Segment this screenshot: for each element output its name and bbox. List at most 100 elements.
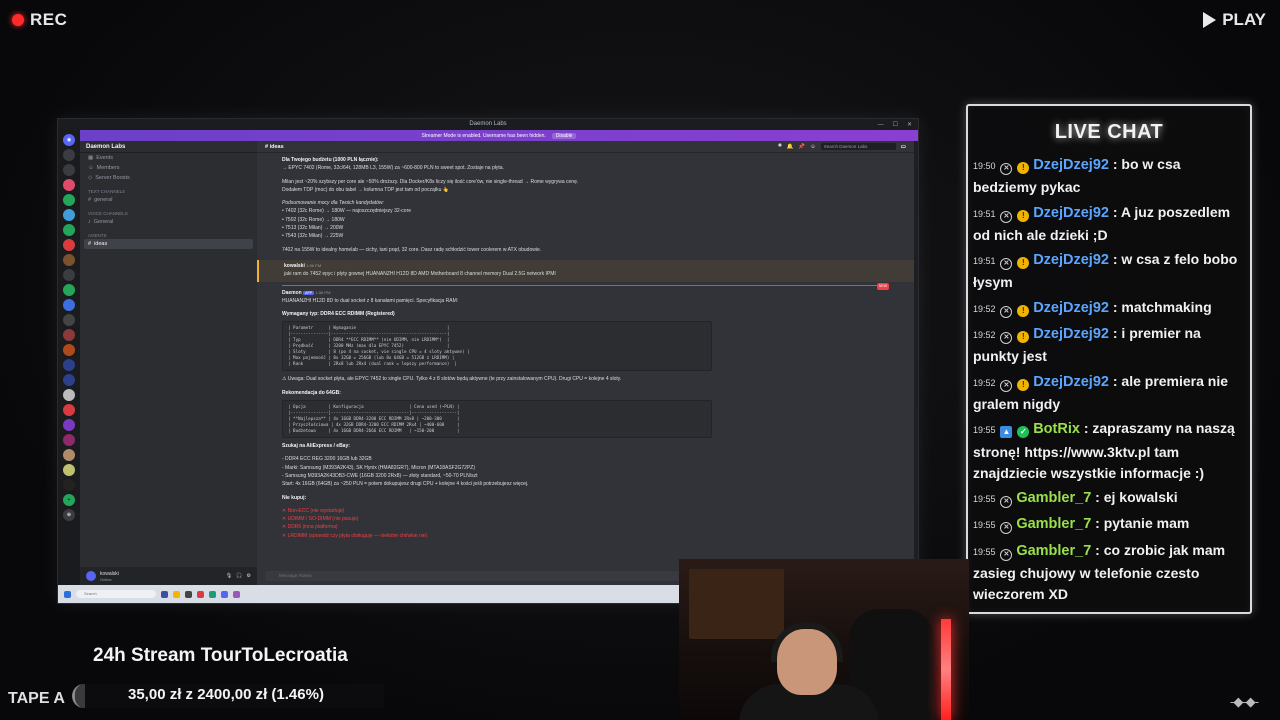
agents-header[interactable]: Agents [80, 227, 257, 239]
search-input[interactable]: Search Daemon Labs [820, 143, 896, 150]
server-icon[interactable] [63, 179, 75, 191]
server-icon[interactable] [63, 464, 75, 476]
message-text: - Samsung M393A2K43DB3-CWE (16GB 3200 2R… [282, 472, 478, 479]
server-icon[interactable] [63, 239, 75, 251]
threads-icon[interactable]: ⌗ [778, 143, 781, 150]
bell-icon[interactable]: 🔔 [786, 144, 793, 150]
server-icon[interactable] [63, 479, 75, 491]
server-icon[interactable] [63, 299, 75, 311]
chat-username[interactable]: Gambler_7 [1016, 516, 1091, 532]
bullet-item: • 7402 (32c Rome) → 180W — najoszczędnie… [282, 208, 412, 215]
message-time: 1:56 PM [306, 262, 322, 268]
chat-username[interactable]: Gambler_7 [1016, 543, 1091, 559]
headphones-icon[interactable]: 🎧 [236, 573, 242, 579]
server-icon[interactable] [63, 269, 75, 281]
server-icon[interactable] [63, 284, 75, 296]
chat-username[interactable]: Gambler_7 [1016, 490, 1091, 506]
folder-icon[interactable] [173, 590, 180, 598]
server-icon[interactable] [63, 224, 75, 236]
chat-time: 19:51 [973, 256, 996, 267]
chat-username[interactable]: DzejDzej92 [1033, 374, 1109, 390]
server-icon[interactable] [63, 449, 75, 461]
server-icon[interactable] [63, 254, 75, 266]
nav-events[interactable]: ▦ Events [80, 153, 257, 163]
taskbar-app-icon[interactable] [185, 590, 192, 598]
user-status: Online [100, 576, 112, 582]
server-icon[interactable] [63, 209, 75, 221]
chat-message: 19:52 ✕ ! DzejDzej92 : matchmaking [973, 297, 1245, 320]
server-name[interactable]: Daemon Labs [80, 141, 257, 153]
server-icon[interactable] [63, 149, 75, 161]
nav-server-boosts[interactable]: ◇ Server Boosts [80, 173, 257, 183]
rec-dot-icon [12, 14, 24, 26]
server-icon[interactable] [63, 359, 75, 371]
server-icon[interactable] [63, 374, 75, 386]
play-icon [1203, 12, 1217, 28]
mod-badge-icon: ✕ [1000, 496, 1013, 509]
taskbar-app-icon[interactable] [233, 590, 240, 598]
add-server-icon[interactable]: + [63, 494, 75, 506]
pin-icon[interactable]: 📌 [798, 144, 805, 150]
server-icon[interactable] [63, 404, 75, 416]
play-indicator: PLAY [1203, 10, 1266, 30]
server-icon[interactable] [63, 314, 75, 326]
taskbar-search[interactable]: Search [76, 590, 156, 598]
list-item: ✕ DDR5 (inna platforma) [282, 524, 338, 531]
list-item: ✕ Non-ECC (nie wystartuje) [282, 507, 345, 514]
voice-channels-header[interactable]: Voice Channels [80, 205, 257, 217]
taskbar-app-icon[interactable] [161, 590, 168, 598]
mod-badge-icon: ✕ [1000, 522, 1013, 535]
message-author[interactable]: Daemon [282, 290, 302, 296]
members-list-icon[interactable]: ☺ [810, 144, 816, 150]
chat-time: 19:55 [973, 520, 996, 531]
channel-label: general [94, 197, 113, 203]
server-icon[interactable] [63, 329, 75, 341]
channel-ideas[interactable]: # ideas [84, 239, 253, 249]
message-text: Start: 4x 16GB (64GB) za ~250 PLN = pote… [282, 481, 529, 488]
nav-label: Server Boosts [95, 175, 130, 181]
live-chat-panel: LIVE CHAT 19:50 ✕ ! DzejDzej92 : bo w cs… [966, 104, 1252, 614]
window-title: Daemon Labs [469, 121, 507, 127]
message-author[interactable]: kowalski [284, 263, 305, 269]
taskbar-app-icon[interactable] [197, 590, 204, 598]
server-icon[interactable] [63, 344, 75, 356]
chat-username[interactable]: DzejDzej92 [1033, 205, 1109, 221]
server-icon[interactable] [63, 164, 75, 176]
boost-icon: ◇ [88, 175, 93, 181]
chat-username[interactable]: DzejDzej92 [1033, 252, 1109, 268]
coin-badge-icon: ! [1017, 162, 1030, 174]
coin-badge-icon: ! [1017, 257, 1030, 270]
server-icon[interactable] [63, 419, 75, 431]
app-badge: APP [303, 290, 315, 295]
server-rail: ◉ + ⊕ [58, 130, 80, 585]
list-item: ✕ UDIMM / SO-DIMM (nie pasuje) [282, 516, 359, 523]
server-icon[interactable] [63, 389, 75, 401]
channel-general[interactable]: # general [80, 195, 257, 205]
play-label: PLAY [1222, 10, 1266, 29]
taskbar-app-icon[interactable] [209, 590, 216, 598]
server-icon[interactable] [63, 194, 75, 206]
avatar[interactable] [86, 571, 96, 581]
chat-message: 19:51 ✕ ! DzejDzej92 : w csa z felo bobo… [973, 249, 1245, 294]
gear-icon[interactable]: ⚙ [247, 573, 251, 579]
voice-channel-general[interactable]: ♪ General [80, 217, 257, 227]
goal-text: 35,00 zł z 2400,00 zł (1.46%) [128, 686, 324, 703]
inbox-icon[interactable]: ▭ [901, 144, 906, 150]
text-channels-header[interactable]: Text Channels [80, 183, 257, 195]
discover-icon[interactable]: ⊕ [63, 509, 75, 521]
chat-username[interactable]: DzejDzej92 [1033, 157, 1109, 173]
chat-username[interactable]: BotRix [1033, 421, 1080, 437]
chat-username[interactable]: DzejDzej92 [1033, 300, 1109, 316]
server-icon[interactable] [63, 434, 75, 446]
discord-icon[interactable] [221, 590, 228, 598]
members-icon: ☺ [88, 165, 94, 171]
disable-streamer-button[interactable]: Disable [551, 132, 577, 139]
calendar-icon: ▦ [88, 155, 94, 161]
start-icon[interactable] [64, 590, 71, 598]
nav-members[interactable]: ☺ Members [80, 163, 257, 173]
window-titlebar: Daemon Labs — ☐ ✕ [58, 119, 918, 130]
mic-icon[interactable]: 🎙 [226, 573, 232, 579]
dm-home-icon[interactable]: ◉ [63, 134, 75, 146]
message-time: 1:56 PM [315, 289, 331, 295]
chat-username[interactable]: DzejDzej92 [1033, 326, 1109, 342]
